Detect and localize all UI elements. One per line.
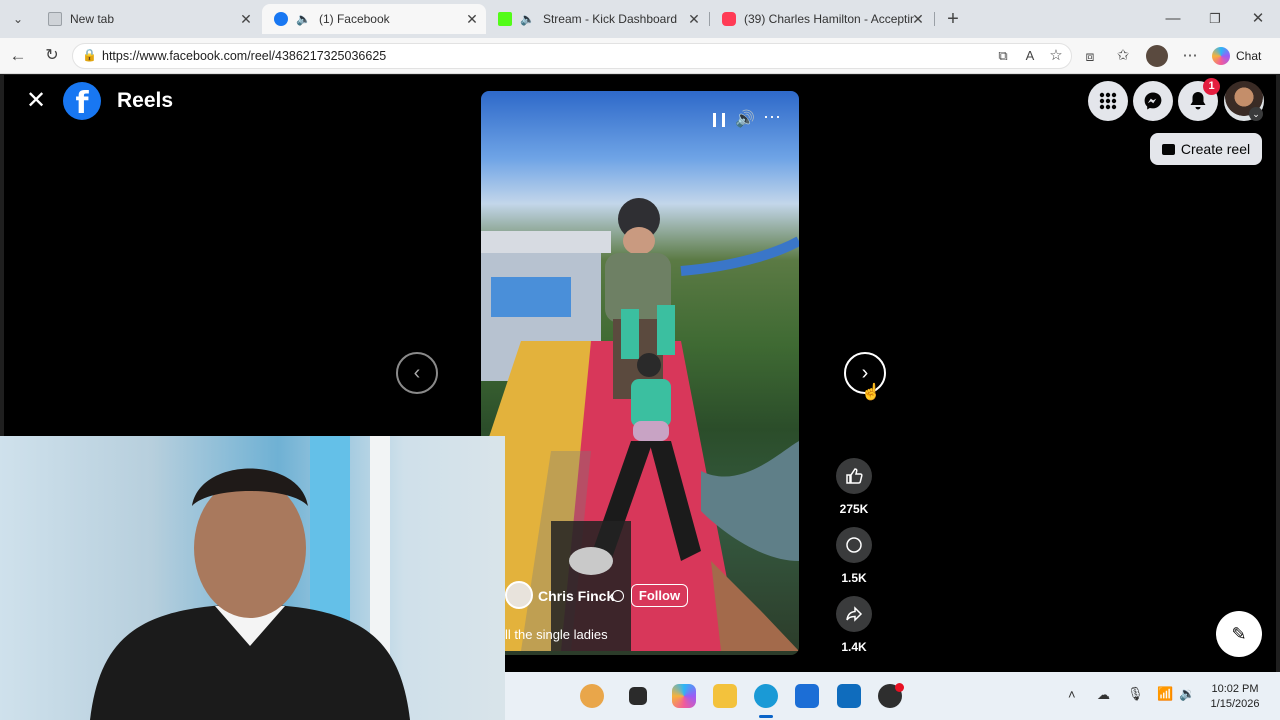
profile-avatar[interactable] xyxy=(1146,45,1168,67)
account-chevron-icon[interactable]: ⌄ xyxy=(1249,107,1263,121)
url-text: https://www.facebook.com/reel/4386217325… xyxy=(102,49,387,63)
tab-facebook[interactable]: 🔈 (1) Facebook ✕ xyxy=(262,4,486,34)
favorites-icon[interactable]: ✩ xyxy=(1112,45,1134,67)
more-options-icon[interactable]: ⋯ xyxy=(763,107,781,128)
address-toolbar: ← ↻ 🔒 https://www.facebook.com/reel/4386… xyxy=(0,38,1280,74)
page-title: Reels xyxy=(117,89,174,112)
close-tab-icon[interactable]: ✕ xyxy=(686,11,702,27)
like-count: 275K xyxy=(839,502,869,516)
reel-video[interactable]: 🔊 ⋯ Chris Finck Follow ll the single lad… xyxy=(481,91,799,655)
reel-caption: ll the single ladies xyxy=(505,627,608,642)
copilot-button[interactable]: Chat xyxy=(1212,44,1274,68)
verified-icon xyxy=(612,590,624,602)
share-action[interactable]: 1.4K xyxy=(824,596,884,654)
facebook-icon xyxy=(274,12,288,26)
refresh-icon[interactable]: ↻ xyxy=(41,45,63,67)
volume-icon[interactable]: 🔊 xyxy=(735,109,755,129)
like-action[interactable]: 275K xyxy=(824,458,884,516)
reel-video-scene xyxy=(481,198,799,651)
address-bar[interactable]: 🔒 https://www.facebook.com/reel/43862173… xyxy=(72,43,1072,69)
tab-title: New tab xyxy=(70,12,115,26)
share-icon[interactable] xyxy=(836,596,872,632)
previous-reel-button[interactable]: ‹ xyxy=(396,352,438,394)
microphone-icon[interactable]: 🎙 xyxy=(1127,686,1144,702)
close-reels-icon[interactable]: ✕ xyxy=(26,89,46,113)
volume-tray-icon[interactable]: 🔉 xyxy=(1179,686,1195,702)
edge-icon[interactable] xyxy=(754,684,778,708)
grid-icon xyxy=(1099,92,1117,110)
speaker-icon[interactable]: 🔈 xyxy=(296,12,311,26)
new-tab-page-icon xyxy=(48,12,62,26)
youtube-icon xyxy=(722,12,736,26)
bell-icon xyxy=(1190,92,1206,110)
clock[interactable]: 10:02 PM 1/15/2026 xyxy=(1203,682,1267,712)
create-reel-label: Create reel xyxy=(1180,141,1251,157)
outlook-icon[interactable] xyxy=(837,684,861,708)
chevron-left-icon: ‹ xyxy=(413,361,421,384)
copilot-taskbar-icon[interactable] xyxy=(672,684,696,708)
tab-kick[interactable]: 🔈 Stream - Kick Dashboard ✕ xyxy=(486,4,708,34)
active-app-indicator xyxy=(759,715,773,718)
comment-icon[interactable] xyxy=(836,527,872,563)
close-tab-icon[interactable]: ✕ xyxy=(910,11,926,27)
new-tab-button[interactable]: + xyxy=(942,8,964,30)
kick-icon xyxy=(498,12,512,26)
edit-pencil-icon: ✎ xyxy=(1231,623,1247,644)
minimize-icon[interactable]: — xyxy=(1162,8,1184,30)
onedrive-icon[interactable]: ☁ xyxy=(1097,687,1110,703)
restore-icon[interactable]: ❐ xyxy=(1204,8,1226,30)
author-avatar[interactable] xyxy=(505,581,533,609)
tab-title: (1) Facebook xyxy=(318,12,390,26)
extensions-icon[interactable]: ⧈ xyxy=(1079,45,1101,67)
more-menu-icon[interactable]: ⋯ xyxy=(1179,45,1201,67)
notification-badge: 1 xyxy=(1203,78,1220,95)
messenger-button[interactable] xyxy=(1133,81,1173,121)
follow-button[interactable]: Follow xyxy=(631,584,688,607)
copilot-label: Chat xyxy=(1236,49,1262,63)
webcam-overlay xyxy=(0,436,505,720)
mouse-cursor-icon: ☝ xyxy=(861,384,881,401)
speaker-icon[interactable]: 🔈 xyxy=(520,12,535,26)
task-view-icon[interactable] xyxy=(629,687,647,705)
file-explorer-icon[interactable] xyxy=(713,684,737,708)
tab-separator xyxy=(934,12,935,26)
facebook-logo[interactable]: f xyxy=(63,82,101,120)
like-icon[interactable] xyxy=(836,458,872,494)
comment-count: 1.5K xyxy=(841,571,867,585)
close-tab-icon[interactable]: ✕ xyxy=(464,11,480,27)
tray-chevron-icon[interactable]: ˄ xyxy=(1068,687,1076,702)
lock-icon[interactable]: 🔒 xyxy=(82,48,97,62)
webcam-person xyxy=(90,436,410,720)
tab-youtube[interactable]: (39) Charles Hamilton - Accepting ✕ xyxy=(710,4,932,34)
tab-new-tab[interactable]: New tab ✕ xyxy=(36,4,260,34)
compose-button[interactable]: ✎ xyxy=(1216,611,1262,657)
recording-dot-icon xyxy=(895,683,904,692)
store-icon[interactable] xyxy=(795,684,819,708)
close-tab-icon[interactable]: ✕ xyxy=(238,11,254,27)
copilot-icon xyxy=(1212,47,1230,65)
share-count: 1.4K xyxy=(841,640,867,654)
window-close-icon[interactable]: ✕ xyxy=(1247,8,1269,30)
wifi-icon[interactable]: 📶 xyxy=(1157,686,1173,702)
clock-time: 10:02 PM xyxy=(1211,683,1259,695)
messenger-icon xyxy=(1144,92,1162,110)
tab-title: Stream - Kick Dashboard xyxy=(542,12,678,26)
camera-plus-icon xyxy=(1161,143,1175,155)
clock-date: 1/15/2026 xyxy=(1210,698,1260,710)
tab-list-chevron-icon[interactable]: ⌄ xyxy=(7,8,29,30)
favorite-star-icon[interactable]: ☆ xyxy=(1045,45,1067,67)
comment-action[interactable]: 1.5K xyxy=(824,527,884,585)
menu-grid-button[interactable] xyxy=(1088,81,1128,121)
pause-icon[interactable] xyxy=(713,113,725,127)
windows-taskbar: ˄ ☁ 🎙 📶 🔉 10:02 PM 1/15/2026 xyxy=(505,672,1280,720)
read-aloud-icon[interactable]: A xyxy=(1019,45,1041,67)
tab-title: (39) Charles Hamilton - Accepting xyxy=(744,12,914,26)
create-reel-button[interactable]: Create reel xyxy=(1150,133,1262,165)
widgets-icon[interactable] xyxy=(580,684,604,708)
tab-strip: ⌄ New tab ✕ 🔈 (1) Facebook ✕ 🔈 Stream - … xyxy=(0,0,1280,38)
back-icon[interactable]: ← xyxy=(7,45,29,67)
author-name[interactable]: Chris Finck xyxy=(538,588,614,604)
open-in-app-icon[interactable]: ⧉ xyxy=(992,45,1014,67)
